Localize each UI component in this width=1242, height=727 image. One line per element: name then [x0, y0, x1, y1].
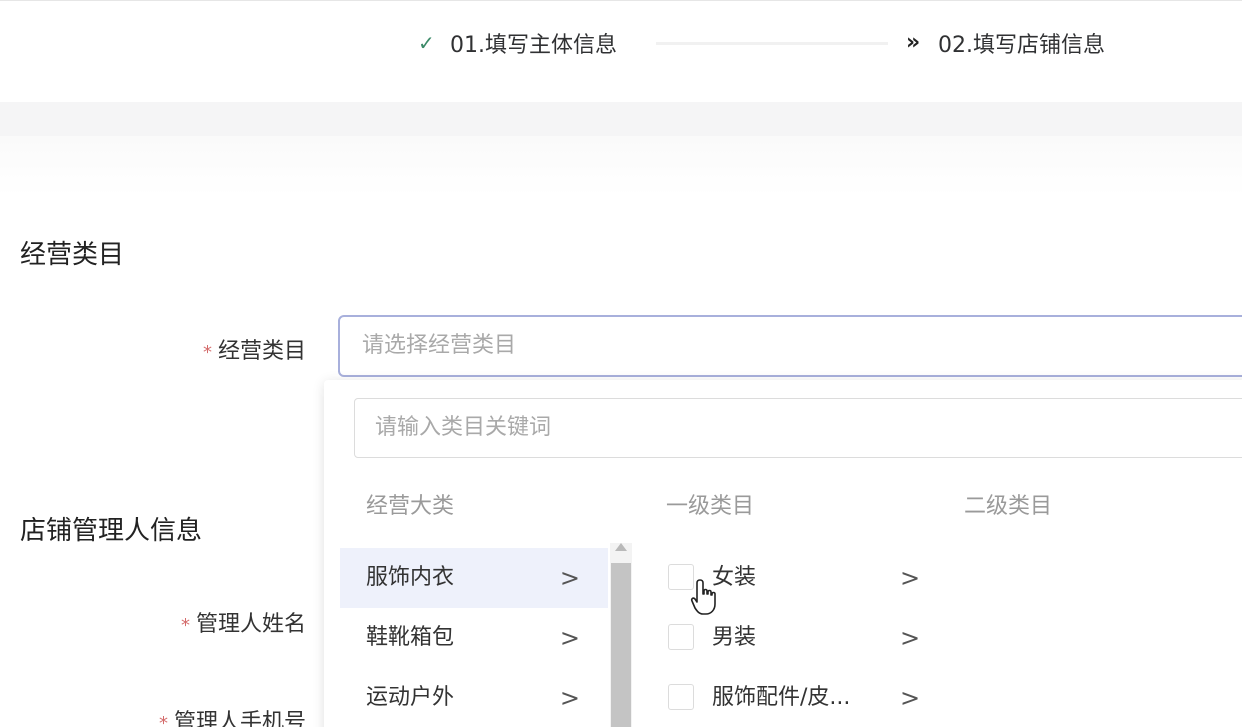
major-category-list: 服饰内衣 > 鞋靴箱包 > 运动户外 >: [340, 548, 608, 727]
level1-item-label: 服饰配件/皮...: [712, 685, 851, 710]
required-mark: *: [180, 615, 190, 636]
major-item-shoes-bags[interactable]: 鞋靴箱包 >: [340, 608, 608, 668]
chevron-right-icon: >: [559, 564, 580, 592]
chevron-right-icon: >: [559, 684, 580, 712]
divider-band: [0, 102, 1242, 136]
step-2: » 02.填写店铺信息: [906, 27, 1105, 59]
manager-name-label-text: 管理人姓名: [195, 612, 306, 637]
level1-item-menswear[interactable]: 男装 >: [664, 608, 924, 668]
chevron-right-icon: >: [559, 624, 580, 652]
chevron-right-icon: >: [900, 624, 921, 652]
double-chevron-right-icon: »: [906, 30, 921, 55]
scroll-up-arrow-icon[interactable]: [615, 543, 627, 551]
required-mark: *: [202, 342, 212, 363]
category-dropdown-panel: 请输入类目关键词 经营大类 一级类目 二级类目 服饰内衣 > 鞋靴箱包 > 运动…: [324, 380, 1242, 727]
category-label-text: 经营类目: [217, 339, 306, 364]
column-header-major: 经营大类: [366, 494, 455, 519]
section-title-store-manager: 店铺管理人信息: [20, 516, 203, 546]
step-1-label: 01.填写主体信息: [450, 33, 617, 58]
category-field-label: * 经营类目: [203, 333, 306, 365]
column-header-level2: 二级类目: [964, 494, 1053, 519]
major-item-label: 服饰内衣: [366, 565, 455, 590]
major-item-label: 运动户外: [366, 685, 455, 710]
level1-item-accessories[interactable]: 服饰配件/皮... >: [664, 668, 924, 727]
step-2-label: 02.填写店铺信息: [938, 33, 1105, 58]
chevron-right-icon: >: [900, 684, 921, 712]
category-keyword-search-input[interactable]: 请输入类目关键词: [354, 398, 1242, 458]
manager-phone-label-text: 管理人手机号: [173, 710, 306, 727]
step-connector: [656, 42, 888, 45]
major-item-sports-outdoor[interactable]: 运动户外 >: [340, 668, 608, 727]
manager-phone-label: * 管理人手机号: [159, 704, 306, 727]
level1-category-list: 女装 > 男装 > 服饰配件/皮... >: [664, 548, 924, 727]
hand-cursor-icon: [690, 579, 716, 615]
column-header-level1: 一级类目: [666, 494, 755, 519]
required-mark: *: [158, 713, 168, 727]
major-list-scrollbar[interactable]: [610, 543, 632, 727]
category-select[interactable]: 请选择经营类目: [338, 315, 1242, 377]
level1-item-label: 男装: [712, 625, 757, 650]
step-1: ✓ 01.填写主体信息: [418, 27, 617, 59]
level1-checkbox[interactable]: [668, 684, 694, 710]
major-item-label: 鞋靴箱包: [366, 625, 455, 650]
manager-name-label: * 管理人姓名: [181, 606, 306, 638]
major-item-apparel[interactable]: 服饰内衣 >: [340, 548, 608, 608]
level1-checkbox[interactable]: [668, 624, 694, 650]
steps-bar: ✓ 01.填写主体信息 » 02.填写店铺信息: [0, 0, 1242, 102]
check-icon: ✓: [418, 31, 435, 55]
section-title-business-category: 经营类目: [20, 240, 125, 270]
chevron-right-icon: >: [900, 564, 921, 592]
scrollbar-thumb[interactable]: [611, 563, 631, 727]
divider-fade: [0, 136, 1242, 196]
